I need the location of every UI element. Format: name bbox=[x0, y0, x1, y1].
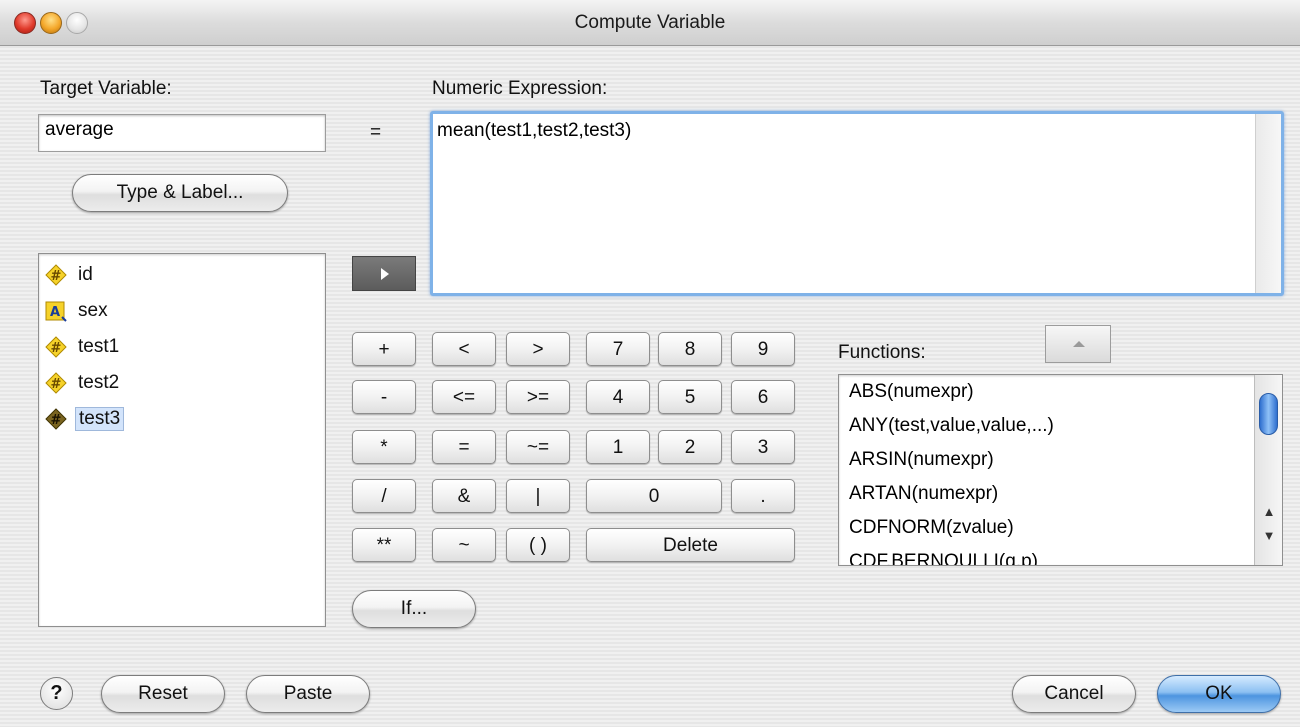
numeric-variable-icon: # bbox=[45, 372, 67, 394]
svg-text:#: # bbox=[51, 377, 62, 392]
key-2[interactable]: 2 bbox=[658, 430, 722, 464]
key-minus[interactable]: - bbox=[352, 380, 416, 414]
key-less-equal[interactable]: <= bbox=[432, 380, 496, 414]
function-item[interactable]: ABS(numexpr) bbox=[849, 381, 974, 403]
key-delete[interactable]: Delete bbox=[586, 528, 795, 562]
target-variable-input[interactable]: average bbox=[38, 114, 326, 152]
variable-label: test1 bbox=[78, 336, 120, 357]
arrow-right-icon bbox=[381, 268, 389, 280]
key-not-equal[interactable]: ~= bbox=[506, 430, 570, 464]
function-item[interactable]: ANY(test,value,value,...) bbox=[849, 415, 1054, 437]
function-item[interactable]: ARTAN(numexpr) bbox=[849, 483, 998, 505]
key-greater-than[interactable]: > bbox=[506, 332, 570, 366]
key-5[interactable]: 5 bbox=[658, 380, 722, 414]
key-0[interactable]: 0 bbox=[586, 479, 722, 513]
function-item[interactable]: CDF.BERNOULLI(q,p) bbox=[849, 551, 1038, 565]
key-6[interactable]: 6 bbox=[731, 380, 795, 414]
ok-button[interactable]: OK bbox=[1157, 675, 1281, 713]
help-button[interactable]: ? bbox=[40, 677, 73, 710]
functions-list[interactable]: ABS(numexpr) ANY(test,value,value,...) A… bbox=[838, 374, 1283, 566]
key-8[interactable]: 8 bbox=[658, 332, 722, 366]
key-3[interactable]: 3 bbox=[731, 430, 795, 464]
function-item[interactable]: ARSIN(numexpr) bbox=[849, 449, 994, 471]
variable-item-id[interactable]: # id bbox=[45, 261, 96, 289]
key-divide[interactable]: / bbox=[352, 479, 416, 513]
if-button[interactable]: If... bbox=[352, 590, 476, 628]
key-multiply[interactable]: * bbox=[352, 430, 416, 464]
scroll-up-arrow-icon[interactable]: ▲ bbox=[1255, 501, 1282, 523]
variable-label: sex bbox=[78, 300, 108, 321]
scroll-down-arrow-icon[interactable]: ▼ bbox=[1255, 525, 1282, 547]
numeric-expression-text: mean(test1,test2,test3) bbox=[437, 120, 632, 141]
svg-text:#: # bbox=[51, 413, 62, 428]
variable-label: id bbox=[78, 264, 93, 285]
key-not[interactable]: ~ bbox=[432, 528, 496, 562]
expression-scrollbar[interactable] bbox=[1255, 114, 1281, 293]
svg-text:A: A bbox=[50, 305, 60, 320]
scrollbar-thumb[interactable] bbox=[1259, 393, 1278, 435]
function-insert-button[interactable] bbox=[1045, 325, 1111, 363]
variable-item-sex[interactable]: A sex bbox=[45, 297, 111, 325]
variable-item-test3[interactable]: # test3 bbox=[45, 405, 125, 433]
key-parentheses[interactable]: ( ) bbox=[506, 528, 570, 562]
numeric-expression-label: Numeric Expression: bbox=[432, 78, 608, 99]
variable-item-test1[interactable]: # test1 bbox=[45, 333, 122, 361]
title-bar: Compute Variable bbox=[0, 0, 1300, 46]
type-label-button[interactable]: Type & Label... bbox=[72, 174, 288, 212]
functions-scrollbar[interactable]: ▲ ▼ bbox=[1254, 375, 1282, 565]
functions-label: Functions: bbox=[838, 342, 926, 363]
reset-button[interactable]: Reset bbox=[101, 675, 225, 713]
move-variable-button[interactable] bbox=[352, 256, 416, 291]
function-item[interactable]: CDFNORM(zvalue) bbox=[849, 517, 1014, 539]
key-9[interactable]: 9 bbox=[731, 332, 795, 366]
numeric-variable-icon: # bbox=[45, 264, 67, 286]
key-or[interactable]: | bbox=[506, 479, 570, 513]
key-greater-equal[interactable]: >= bbox=[506, 380, 570, 414]
string-variable-icon: A bbox=[45, 301, 67, 322]
window-title: Compute Variable bbox=[574, 12, 726, 33]
svg-text:#: # bbox=[51, 341, 62, 356]
key-power[interactable]: ** bbox=[352, 528, 416, 562]
numeric-expression-field[interactable]: mean(test1,test2,test3) bbox=[430, 111, 1284, 296]
variable-label: test3 bbox=[75, 407, 125, 431]
equals-sign: = bbox=[370, 122, 382, 143]
key-equals[interactable]: = bbox=[432, 430, 496, 464]
key-plus[interactable]: + bbox=[352, 332, 416, 366]
target-variable-label: Target Variable: bbox=[40, 78, 172, 99]
paste-button[interactable]: Paste bbox=[246, 675, 370, 713]
key-and[interactable]: & bbox=[432, 479, 496, 513]
variable-item-test2[interactable]: # test2 bbox=[45, 369, 122, 397]
numeric-variable-icon: # bbox=[45, 408, 67, 430]
variable-list[interactable]: # id A sex # test1 # test2 # test3 bbox=[38, 253, 326, 627]
key-1[interactable]: 1 bbox=[586, 430, 650, 464]
key-4[interactable]: 4 bbox=[586, 380, 650, 414]
key-decimal[interactable]: . bbox=[731, 479, 795, 513]
key-7[interactable]: 7 bbox=[586, 332, 650, 366]
svg-text:#: # bbox=[51, 269, 62, 284]
key-less-than[interactable]: < bbox=[432, 332, 496, 366]
numeric-variable-icon: # bbox=[45, 336, 67, 358]
arrow-up-icon bbox=[1073, 341, 1085, 347]
variable-label: test2 bbox=[78, 372, 120, 393]
cancel-button[interactable]: Cancel bbox=[1012, 675, 1136, 713]
